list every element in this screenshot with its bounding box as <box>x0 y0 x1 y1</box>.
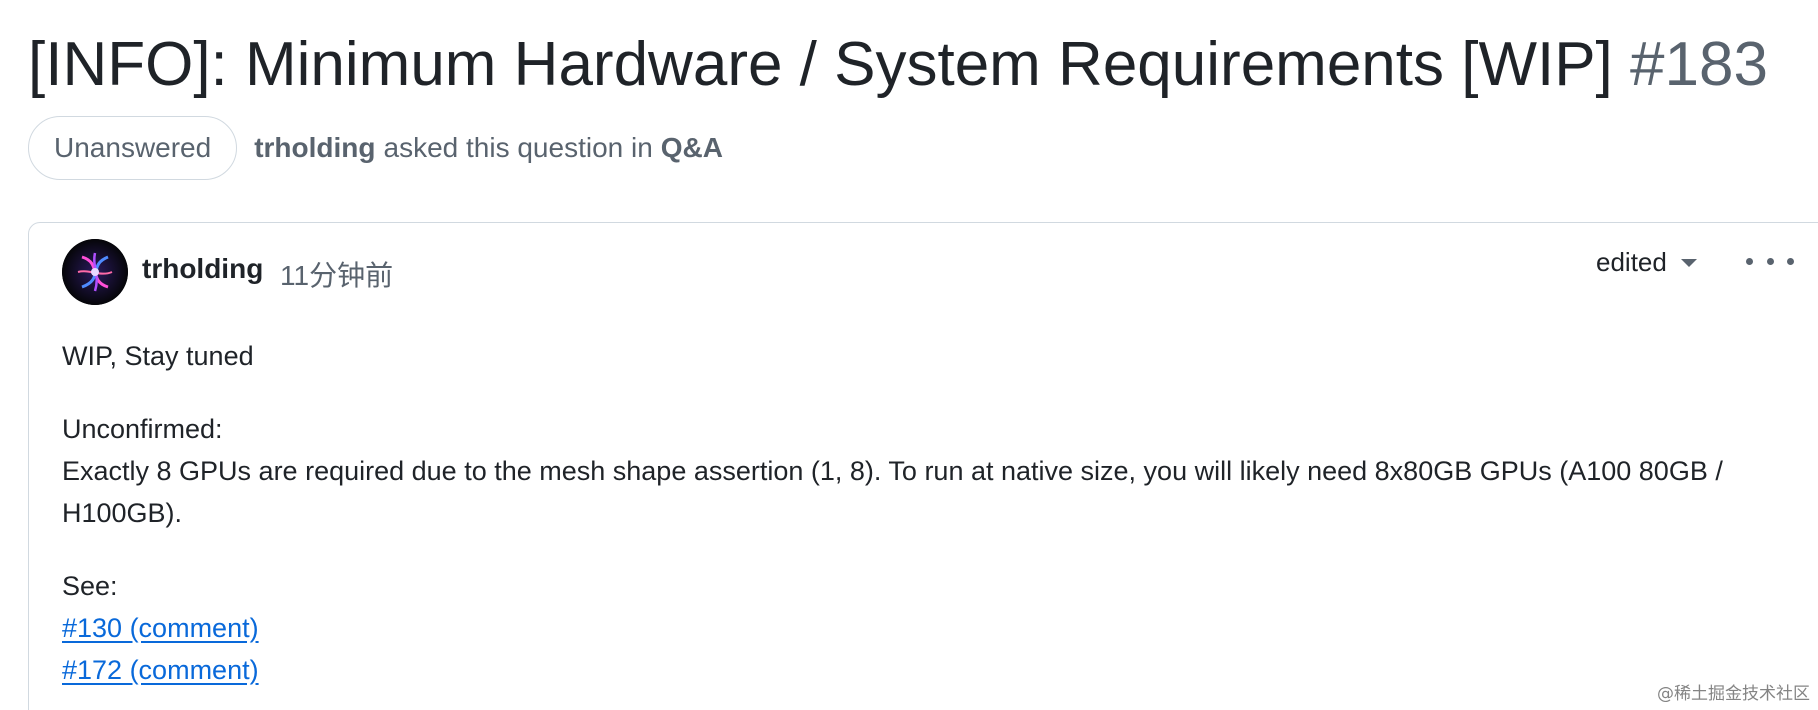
unconfirmed-text: Exactly 8 GPUs are required due to the m… <box>62 456 1723 528</box>
unconfirmed-block: Unconfirmed: Exactly 8 GPUs are required… <box>62 408 1782 534</box>
asker-link[interactable]: trholding <box>254 132 375 163</box>
discussion-meta: Unanswered trholding asked this question … <box>28 116 723 180</box>
discussion-title: [INFO]: Minimum Hardware / System Requir… <box>28 22 1768 108</box>
unconfirmed-label: Unconfirmed: <box>62 414 223 444</box>
post-body: WIP, Stay tuned Unconfirmed: Exactly 8 G… <box>62 335 1782 691</box>
site-watermark: @稀土掘金技术社区 <box>1657 684 1810 704</box>
avatar[interactable] <box>62 239 128 305</box>
chevron-down-icon <box>1680 258 1697 267</box>
edited-label: edited <box>1596 247 1667 277</box>
discussion-post: trholding 11分钟前 edited WIP, Stay tuned U… <box>28 222 1818 710</box>
post-intro: WIP, Stay tuned <box>62 341 254 371</box>
dot <box>1766 257 1774 265</box>
category-link[interactable]: Q&A <box>661 132 723 163</box>
comment-link-172[interactable]: #172 (comment) <box>62 655 259 685</box>
edited-history-dropdown[interactable]: edited <box>1596 247 1697 278</box>
post-author[interactable]: trholding <box>142 253 263 285</box>
dot <box>1787 257 1794 265</box>
avatar-image <box>62 239 128 305</box>
see-block: See: #130 (comment) #172 (comment) <box>62 565 1782 691</box>
discussion-number: #183 <box>1630 30 1768 99</box>
see-label: See: <box>62 571 118 601</box>
post-timestamp[interactable]: 11分钟前 <box>280 254 393 294</box>
kebab-horizontal-icon[interactable] <box>1746 243 1794 279</box>
discussion-page: [INFO]: Minimum Hardware / System Requir… <box>0 0 1818 710</box>
asked-text: asked this question in <box>383 132 653 163</box>
discussion-title-text: [INFO]: Minimum Hardware / System Requir… <box>28 30 1613 99</box>
asked-by-line: trholding asked this question in Q&A <box>254 132 723 164</box>
comment-link-130[interactable]: #130 (comment) <box>62 613 259 643</box>
dot <box>1746 257 1753 265</box>
status-badge: Unanswered <box>28 116 238 180</box>
